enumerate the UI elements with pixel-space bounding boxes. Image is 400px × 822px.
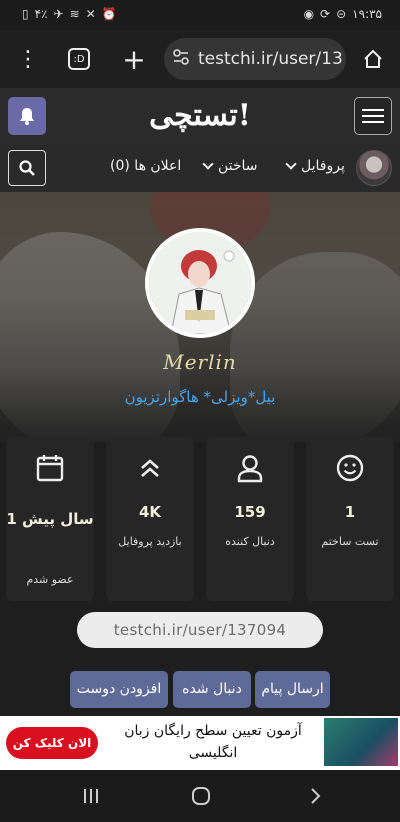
ad-cta-button[interactable]: الان کلیک کن bbox=[6, 727, 98, 759]
system-navigation-bar bbox=[0, 770, 400, 822]
nav-notifications-label: اعلان ها (0) bbox=[110, 158, 182, 174]
nav-profile-label: پروفایل bbox=[301, 158, 345, 174]
stat-views-label: بازدید پروفایل bbox=[118, 535, 182, 548]
double-chevron-up-icon bbox=[135, 453, 165, 483]
notifications-button[interactable] bbox=[8, 97, 46, 135]
wifi-icon: ≋ bbox=[69, 7, 80, 21]
battery-level: ۴٪ bbox=[34, 7, 48, 21]
profile-url-box[interactable]: testchi.ir/user/137094 bbox=[77, 612, 323, 648]
site-logo[interactable]: تستچی! bbox=[140, 98, 260, 134]
url-text: testchi.ir/user/13 bbox=[198, 49, 343, 69]
nav-profile[interactable]: پروفایل bbox=[285, 158, 345, 174]
status-bar: ▯ ۴٪ ✈ ≋ ✕ ⏰ ◉ ⟳ ⊝ ۱۹:۳۵ bbox=[0, 0, 400, 30]
ad-banner[interactable]: آزمون تعیین سطح رایگان زبان انگلیسی الان… bbox=[0, 716, 400, 770]
user-icon bbox=[235, 453, 265, 483]
calendar-icon bbox=[35, 453, 65, 483]
profile-avatar bbox=[145, 228, 255, 338]
airplane-icon: ✈ bbox=[53, 7, 64, 21]
recent-apps-icon[interactable] bbox=[76, 782, 106, 810]
stat-profile-views: 4K بازدید پروفایل bbox=[106, 437, 194, 601]
ad-image[interactable] bbox=[324, 718, 398, 766]
mute-icon: ✕ bbox=[85, 7, 96, 21]
add-friend-button[interactable]: افزودن دوست bbox=[70, 671, 168, 708]
chevron-down-icon bbox=[285, 158, 297, 170]
stat-tests-label: تست ساختم bbox=[321, 535, 379, 548]
site-nav: اعلان ها (0) ساختن پروفایل bbox=[0, 144, 400, 192]
nav-build-label: ساختن bbox=[218, 158, 258, 174]
sync-icon: ⟳ bbox=[320, 7, 331, 21]
address-bar[interactable]: testchi.ir/user/13 bbox=[164, 38, 346, 80]
clock: ۱۹:۳۵ bbox=[352, 7, 382, 21]
stat-views-value: 4K bbox=[138, 503, 162, 521]
back-icon[interactable] bbox=[300, 782, 330, 810]
ad-text[interactable]: آزمون تعیین سطح رایگان زبان انگلیسی bbox=[106, 720, 320, 764]
stat-member-since: 1 سال پیش عضو شدم bbox=[6, 437, 94, 601]
hamburger-menu-button[interactable] bbox=[354, 97, 392, 135]
home-icon[interactable] bbox=[358, 44, 388, 74]
followed-button[interactable]: دنبال شده bbox=[173, 671, 251, 708]
dnd-icon: ⊝ bbox=[336, 7, 347, 21]
stat-followers[interactable]: 159 دنبال کننده bbox=[206, 437, 294, 601]
nav-build[interactable]: ساختن bbox=[202, 158, 258, 174]
site-settings-icon[interactable] bbox=[172, 48, 190, 70]
browser-toolbar: ⋮ :D + testchi.ir/user/13 bbox=[0, 30, 400, 88]
user-avatar[interactable] bbox=[356, 150, 392, 186]
browser-menu-icon[interactable]: ⋮ bbox=[13, 44, 43, 74]
site-header: تستچی! bbox=[0, 88, 400, 144]
send-message-button[interactable]: ارسال پیام bbox=[255, 671, 330, 708]
battery-icon: ▯ bbox=[22, 7, 29, 21]
search-icon bbox=[19, 160, 35, 176]
tabs-label: :D bbox=[68, 48, 90, 70]
alarm-icon: ⏰ bbox=[101, 7, 117, 21]
bell-icon bbox=[20, 108, 34, 125]
search-button[interactable] bbox=[8, 150, 46, 186]
profile-username: Merlin bbox=[163, 350, 237, 374]
notification-icon: ◉ bbox=[303, 7, 315, 21]
smiley-icon bbox=[335, 453, 365, 483]
stat-followers-value: 159 bbox=[234, 503, 266, 521]
stat-tests-value: 1 bbox=[344, 503, 356, 521]
stat-tests-made[interactable]: 1 تست ساختم bbox=[306, 437, 394, 601]
stat-member-label: عضو شدم bbox=[26, 573, 74, 586]
home-nav-icon[interactable] bbox=[186, 782, 216, 810]
new-tab-icon[interactable]: + bbox=[119, 43, 149, 76]
stat-followers-label: دنبال کننده bbox=[225, 535, 275, 548]
stat-member-value: 1 سال پیش bbox=[6, 510, 94, 528]
chevron-down-icon bbox=[202, 158, 214, 170]
tabs-button[interactable]: :D bbox=[64, 44, 94, 74]
profile-bio[interactable]: بیل*ویزلی* هاگوارتزیون bbox=[60, 388, 340, 406]
nav-notifications[interactable]: اعلان ها (0) bbox=[110, 158, 181, 174]
